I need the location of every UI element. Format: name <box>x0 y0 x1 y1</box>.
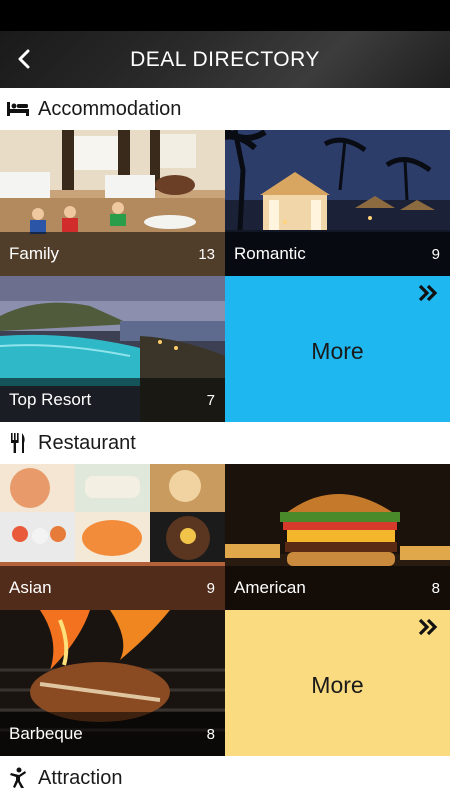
category-tile-barbeque[interactable]: Barbeque 8 <box>0 610 225 756</box>
chevron-left-icon <box>18 49 30 69</box>
deal-count: 13 <box>198 245 215 263</box>
tile-name: Barbeque <box>9 724 83 743</box>
deal-count: 7 <box>206 391 215 409</box>
tile-name: Asian <box>9 578 52 597</box>
tile-name: American <box>234 578 306 597</box>
app-header: DEAL DIRECTORY <box>0 31 450 88</box>
tile-caption: American 8 <box>225 566 450 610</box>
dancer-icon <box>6 766 30 790</box>
section-header-accommodation: Accommodation <box>0 88 450 130</box>
double-chevron-right-icon <box>418 618 438 636</box>
category-tile-american[interactable]: American 8 <box>225 464 450 610</box>
back-button[interactable] <box>8 43 40 75</box>
tile-caption: Family 13 <box>0 232 225 276</box>
fork-knife-icon <box>6 431 30 455</box>
category-tile-top-resort[interactable]: Top Resort 7 <box>0 276 225 422</box>
deal-count: 8 <box>431 579 440 597</box>
section-header-attraction: Attraction <box>0 756 450 800</box>
tile-name: Family <box>9 244 60 263</box>
page-title: DEAL DIRECTORY <box>130 47 320 71</box>
tile-caption: Romantic 9 <box>225 232 450 276</box>
category-tile-family[interactable]: Family 13 <box>0 130 225 276</box>
deal-count: 9 <box>206 579 215 597</box>
tile-caption: Asian 9 <box>0 566 225 610</box>
category-tile-asian[interactable]: Asian 9 <box>0 464 225 610</box>
more-label: More <box>311 671 364 698</box>
section-label: Restaurant <box>38 431 136 454</box>
tile-caption: Barbeque 8 <box>0 712 225 756</box>
section-header-restaurant: Restaurant <box>0 422 450 464</box>
tile-caption: Top Resort 7 <box>0 378 225 422</box>
tile-name: Top Resort <box>9 390 92 409</box>
tile-name: Romantic <box>234 244 306 263</box>
deal-count: 8 <box>206 725 215 743</box>
more-accommodation-button[interactable]: More <box>225 276 450 422</box>
more-restaurant-button[interactable]: More <box>225 610 450 756</box>
more-label: More <box>311 337 364 364</box>
double-chevron-right-icon <box>418 284 438 302</box>
bed-icon <box>6 97 30 121</box>
category-tile-romantic[interactable]: Romantic 9 <box>225 130 450 276</box>
deal-count: 9 <box>431 245 440 263</box>
section-label: Accommodation <box>38 97 182 120</box>
section-label: Attraction <box>38 766 123 789</box>
status-bar <box>0 0 450 31</box>
